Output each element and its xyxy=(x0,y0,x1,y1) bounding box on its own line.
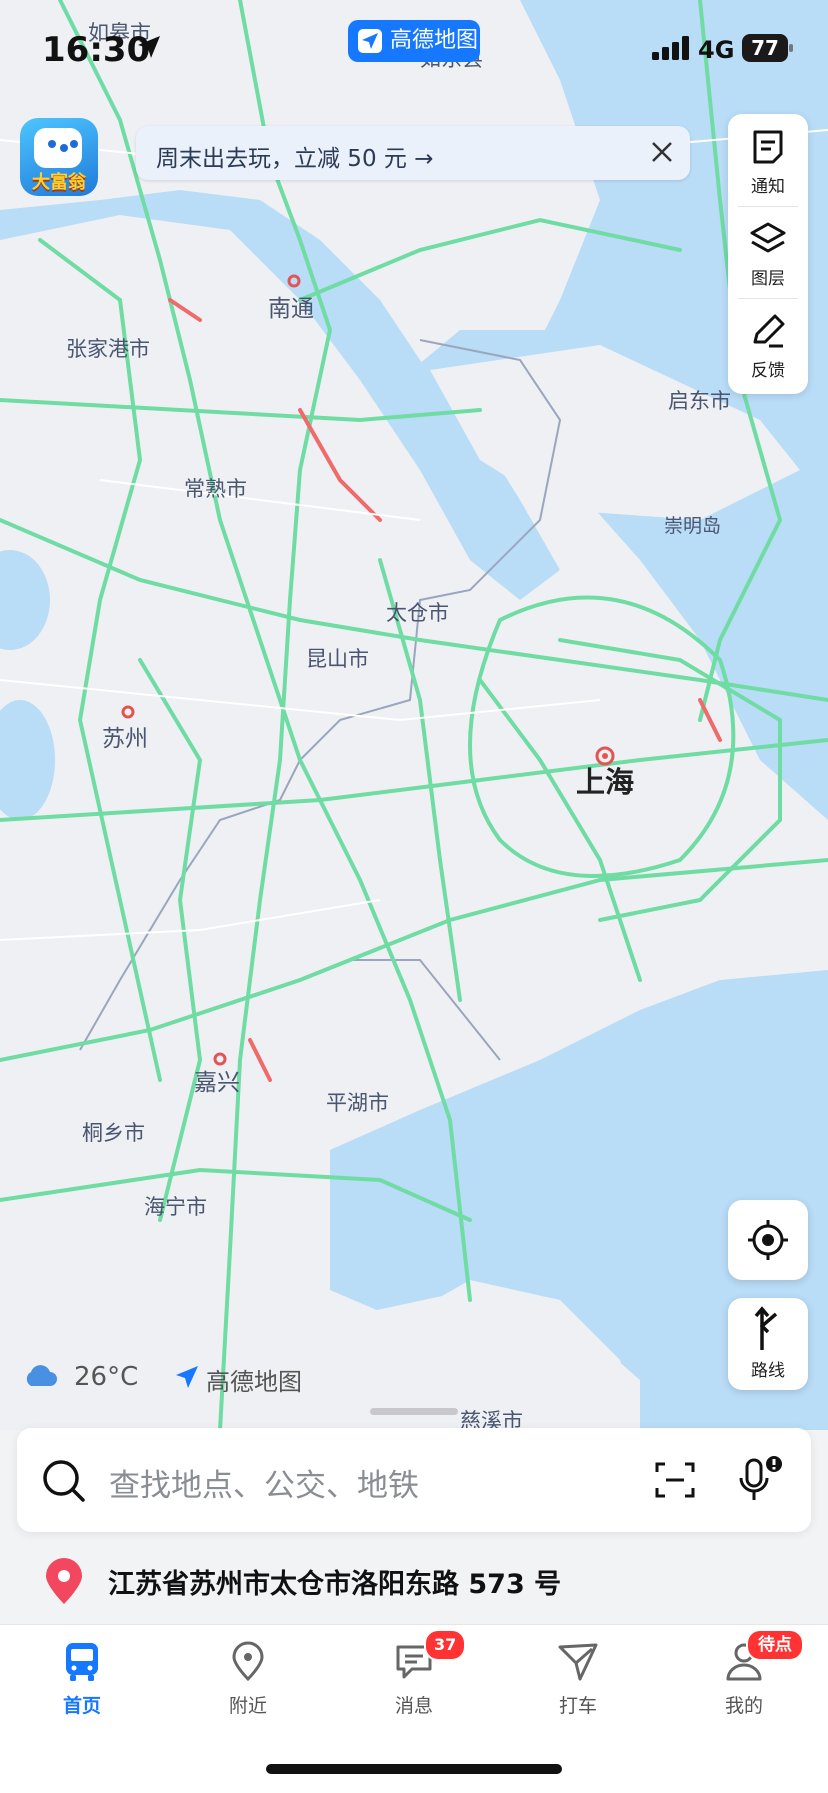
search-bar[interactable]: 查找地点、公交、地铁 xyxy=(17,1428,811,1532)
search-placeholder[interactable]: 查找地点、公交、地铁 xyxy=(109,1460,419,1505)
notify-button[interactable]: 通知 xyxy=(728,114,808,202)
city-label-cixi: 慈溪市 xyxy=(460,1410,523,1430)
bus-icon xyxy=(66,1643,98,1681)
tab-nearby-label: 附近 xyxy=(228,1695,267,1717)
layers-label: 图层 xyxy=(751,269,785,289)
notification-icon xyxy=(753,130,783,164)
city-label-suzhou: 苏州 xyxy=(102,725,148,751)
amap-logo-icon xyxy=(176,1366,198,1388)
tab-home-label: 首页 xyxy=(62,1695,101,1717)
microphone-icon[interactable] xyxy=(737,1454,785,1506)
layers-icon xyxy=(750,222,786,253)
network-type: 4G xyxy=(698,36,735,64)
profile-badge: 待点亮 xyxy=(746,1629,804,1683)
tab-home[interactable]: 首页 xyxy=(22,1639,142,1718)
drag-handle[interactable] xyxy=(370,1408,458,1415)
city-label-taicang: 太仓市 xyxy=(386,602,449,625)
promo-banner[interactable]: 周末出去玩，立减 50 元 → xyxy=(136,126,690,180)
locate-me-button[interactable] xyxy=(728,1200,808,1280)
amap-badge[interactable]: 高德地图 xyxy=(348,20,480,62)
city-label-kunshan: 昆山市 xyxy=(306,648,369,671)
nearby-pin-icon xyxy=(232,1641,264,1682)
dice-dot xyxy=(70,140,78,148)
amap-watermark-text: 高德地图 xyxy=(206,1368,302,1396)
feedback-pen-icon xyxy=(753,314,785,348)
close-icon[interactable] xyxy=(648,138,676,166)
tab-profile-label: 我的 xyxy=(724,1695,763,1717)
crosshair-icon xyxy=(748,1220,788,1260)
cloud-icon xyxy=(26,1365,57,1386)
game-label: 大富翁 xyxy=(32,172,86,193)
dice-dot xyxy=(60,144,68,152)
location-pin-icon xyxy=(46,1558,82,1604)
scan-icon[interactable] xyxy=(653,1458,697,1502)
feedback-button[interactable]: 反馈 xyxy=(728,298,808,386)
notify-label: 通知 xyxy=(751,177,785,197)
tab-messages-label: 消息 xyxy=(394,1695,433,1717)
route-button[interactable]: 路线 xyxy=(728,1298,808,1390)
signal-icon xyxy=(652,36,689,60)
city-label-nantong: 南通 xyxy=(268,295,314,321)
amap-watermark: 高德地图 xyxy=(174,1362,302,1397)
current-address: 江苏省苏州市太仓市洛阳东路 573 号 xyxy=(108,1569,562,1600)
monopoly-game-entry[interactable]: 大富翁 xyxy=(20,118,98,196)
weather-temp: 26°C xyxy=(74,1362,139,1392)
map-view[interactable]: 如皋市 如东县 南通 张家港市 启东市 常熟市 崇明岛 太仓市 昆山市 苏州 上… xyxy=(0,0,828,1430)
amap-logo-icon xyxy=(358,29,382,53)
city-label-haining: 海宁市 xyxy=(144,1196,207,1219)
city-label-tongxiang: 桐乡市 xyxy=(82,1122,145,1145)
city-label-changshu: 常熟市 xyxy=(184,478,247,501)
route-label: 路线 xyxy=(751,1361,785,1381)
city-label-pinghu: 平湖市 xyxy=(326,1092,389,1115)
current-address-row[interactable]: 江苏省苏州市太仓市洛阳东路 573 号 xyxy=(0,1540,828,1622)
dice-dot xyxy=(48,140,56,148)
map-canvas[interactable]: 如皋市 如东县 南通 张家港市 启东市 常熟市 崇明岛 太仓市 昆山市 苏州 上… xyxy=(0,0,828,1430)
city-label-jiaxing: 嘉兴 xyxy=(194,1069,240,1095)
amap-badge-label: 高德地图 xyxy=(390,28,479,53)
promo-text: 周末出去玩，立减 50 元 → xyxy=(156,146,434,172)
city-label-shanghai: 上海 xyxy=(576,766,634,799)
layers-button[interactable]: 图层 xyxy=(728,206,808,294)
taxi-arrow-icon xyxy=(558,1643,598,1681)
city-label-qidong: 启东市 xyxy=(668,390,731,413)
weather-widget[interactable]: 26°C xyxy=(22,1362,138,1392)
tab-taxi-label: 打车 xyxy=(558,1695,597,1717)
tab-profile[interactable]: 我的 待点亮 xyxy=(684,1629,804,1718)
status-time: 16:30 xyxy=(42,30,151,70)
messages-count-badge: 37 xyxy=(424,1629,467,1661)
route-arrow-icon xyxy=(754,1306,778,1350)
tab-messages[interactable]: 消息 37 xyxy=(354,1629,474,1718)
search-icon xyxy=(43,1460,85,1502)
dice-icon xyxy=(34,128,82,168)
battery-indicator: 77 xyxy=(742,34,793,62)
tab-taxi[interactable]: 打车 xyxy=(518,1639,638,1718)
map-tools-panel: 通知 图层 反馈 xyxy=(728,114,808,394)
home-indicator xyxy=(266,1764,562,1774)
location-arrow-icon xyxy=(138,36,160,58)
city-label-chongming: 崇明岛 xyxy=(664,515,721,537)
city-label-zhangjiagang: 张家港市 xyxy=(66,338,150,361)
feedback-label: 反馈 xyxy=(751,361,785,381)
tab-nearby[interactable]: 附近 xyxy=(188,1639,308,1718)
